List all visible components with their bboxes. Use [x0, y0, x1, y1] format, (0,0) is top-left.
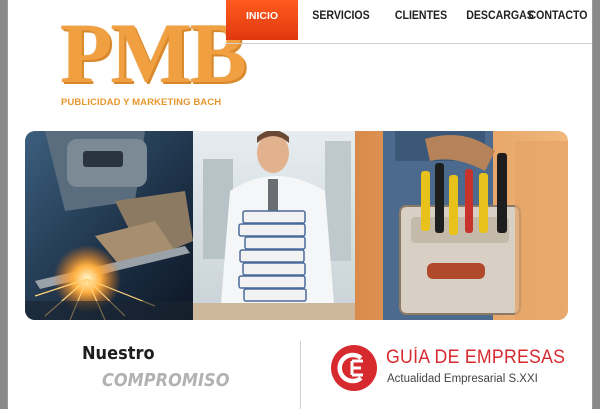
- guia-empresas-logo-icon[interactable]: [330, 344, 378, 392]
- logo-mark: PMB: [60, 5, 247, 101]
- section-heading-nuestro: Nuestro: [82, 343, 155, 364]
- logo-subtitle: PUBLICIDAD Y MARKETING BACH: [61, 97, 222, 108]
- office-worker-photo: [193, 131, 355, 320]
- guia-empresas-subtitle: Actualidad Empresarial S.XXI: [387, 373, 538, 385]
- nav-item-servicios[interactable]: SERVICIOS: [301, 0, 380, 40]
- nav-item-clientes[interactable]: CLIENTES: [387, 0, 455, 40]
- hero-banner: [25, 131, 568, 320]
- welder-photo: [25, 131, 193, 320]
- site-logo[interactable]: PMB PUBLICIDAD Y MARKETING BACH: [60, 5, 247, 112]
- section-divider: [300, 341, 301, 409]
- nav-item-inicio[interactable]: INICIO: [226, 0, 298, 40]
- page: PMB PUBLICIDAD Y MARKETING BACH INICIO S…: [8, 0, 592, 409]
- tool-belt-photo: [355, 131, 568, 320]
- section-heading-compromiso: COMPROMISO: [102, 370, 230, 391]
- guia-empresas-title[interactable]: GUÍA DE EMPRESAS: [386, 347, 565, 369]
- nav-item-contacto[interactable]: CONTACTO: [527, 0, 590, 40]
- main-nav: INICIO SERVICIOS CLIENTES DESCARGAS CONT…: [226, 0, 592, 44]
